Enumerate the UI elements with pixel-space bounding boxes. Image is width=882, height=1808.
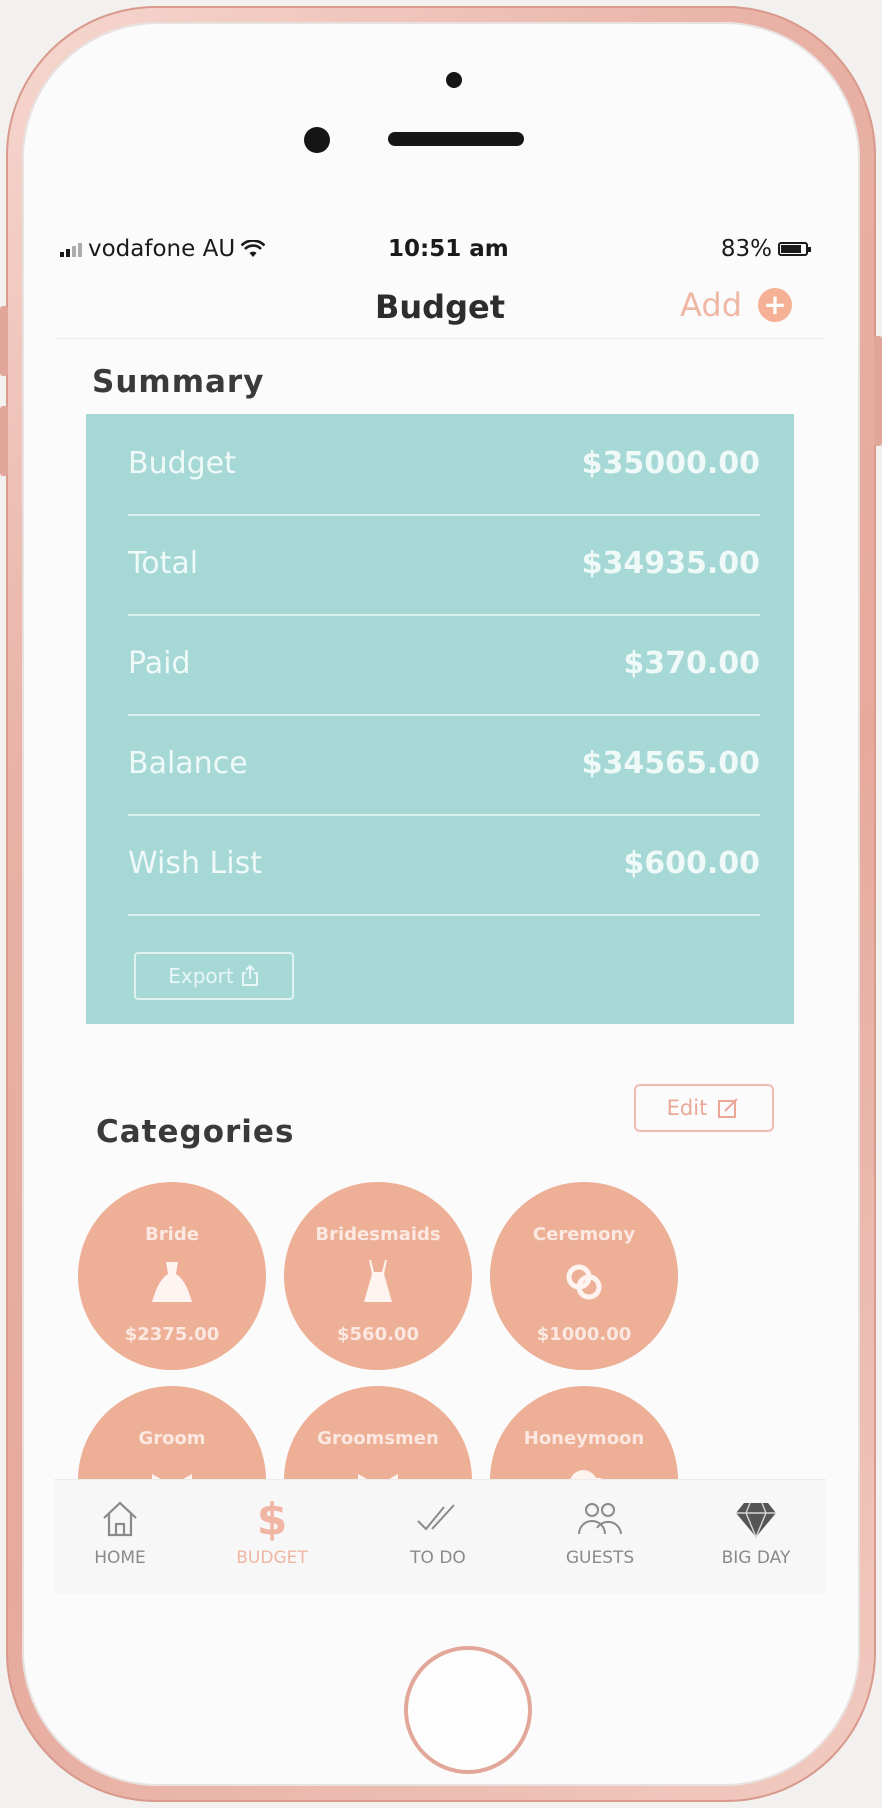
category-name: Groom <box>138 1428 206 1449</box>
tab-to-do[interactable]: TO DO <box>368 1490 508 1568</box>
wifi-icon <box>241 240 266 257</box>
summary-row-wish-list: Wish List $600.00 <box>128 814 760 916</box>
summary-value: $600.00 <box>623 846 760 881</box>
tab-budget[interactable]: $ BUDGET <box>202 1490 342 1569</box>
status-bar: vodafone AU 10:51 am 83% <box>54 228 826 268</box>
category-amount: $1000.00 <box>536 1324 632 1345</box>
category-ceremony[interactable]: Ceremony $1000.00 <box>490 1182 678 1370</box>
battery-icon <box>778 242 811 256</box>
dress-icon <box>152 1262 192 1302</box>
edit-icon <box>718 1098 739 1118</box>
tab-home[interactable]: HOME <box>54 1490 190 1568</box>
category-amount: $560.00 <box>337 1324 419 1345</box>
tab-big-day[interactable]: BIG DAY <box>686 1490 826 1568</box>
app-screen: vodafone AU 10:51 am 83% Budget Add + Su… <box>54 214 826 1594</box>
summary-label: Balance <box>128 746 248 781</box>
tab-bar: HOME $ BUDGET TO DO GUESTS BIG DAY <box>54 1479 826 1594</box>
summary-card: Budget $35000.00 Total $34935.00 Paid $3… <box>86 414 794 1024</box>
category-bridesmaids[interactable]: Bridesmaids $560.00 <box>284 1182 472 1370</box>
signal-icon <box>60 241 82 257</box>
earpiece-speaker <box>388 132 524 146</box>
tab-label: HOME <box>94 1548 146 1568</box>
carrier-label: vodafone AU <box>88 236 236 262</box>
rings-icon <box>566 1264 602 1300</box>
nav-bar: Budget Add + <box>54 274 826 339</box>
tab-label: GUESTS <box>565 1548 635 1568</box>
home-button[interactable] <box>404 1646 532 1774</box>
category-name: Ceremony <box>532 1224 636 1245</box>
power-button <box>874 336 882 446</box>
diamond-icon <box>736 1502 776 1539</box>
categories-heading: Categories <box>96 1114 295 1150</box>
summary-row-budget: Budget $35000.00 <box>128 414 760 516</box>
category-name: Groomsmen <box>317 1428 439 1449</box>
dollar-icon: $ <box>256 1493 288 1545</box>
front-camera <box>304 127 330 153</box>
summary-label: Paid <box>128 646 191 681</box>
edit-label: Edit <box>666 1096 708 1120</box>
double-check-icon <box>417 1504 455 1531</box>
add-button[interactable]: Add + <box>680 286 792 324</box>
category-bride[interactable]: Bride $2375.00 <box>78 1182 266 1370</box>
tab-label: BIG DAY <box>721 1548 791 1568</box>
summary-value: $34565.00 <box>581 746 760 781</box>
summary-label: Budget <box>128 446 236 481</box>
summary-row-balance: Balance $34565.00 <box>128 714 760 816</box>
add-label: Add <box>680 286 742 324</box>
proximity-sensor <box>446 72 462 88</box>
category-amount: $2375.00 <box>124 1324 220 1345</box>
volume-down-button <box>0 406 8 476</box>
category-name: Bridesmaids <box>315 1224 441 1245</box>
summary-value: $35000.00 <box>581 446 760 481</box>
guests-icon <box>578 1503 622 1535</box>
home-icon <box>103 1501 137 1537</box>
share-icon <box>241 965 258 986</box>
volume-up-button <box>0 306 8 376</box>
summary-heading: Summary <box>92 364 265 400</box>
clock: 10:51 am <box>388 236 509 262</box>
tab-label: TO DO <box>410 1548 466 1568</box>
tab-label: BUDGET <box>236 1548 308 1568</box>
plus-circle-icon: + <box>758 288 792 322</box>
bridesmaid-dress-icon <box>364 1260 392 1302</box>
summary-label: Wish List <box>128 846 262 881</box>
summary-value: $34935.00 <box>581 546 760 581</box>
summary-value: $370.00 <box>623 646 760 681</box>
edit-categories-button[interactable]: Edit <box>634 1084 774 1132</box>
export-label: Export <box>168 964 234 988</box>
summary-row-total: Total $34935.00 <box>128 514 760 616</box>
category-name: Honeymoon <box>523 1428 645 1449</box>
summary-row-paid: Paid $370.00 <box>128 614 760 716</box>
tab-guests[interactable]: GUESTS <box>530 1490 670 1568</box>
export-button[interactable]: Export <box>134 952 294 1000</box>
battery-percent: 83% <box>720 236 772 262</box>
category-name: Bride <box>145 1224 199 1245</box>
summary-label: Total <box>128 546 199 581</box>
